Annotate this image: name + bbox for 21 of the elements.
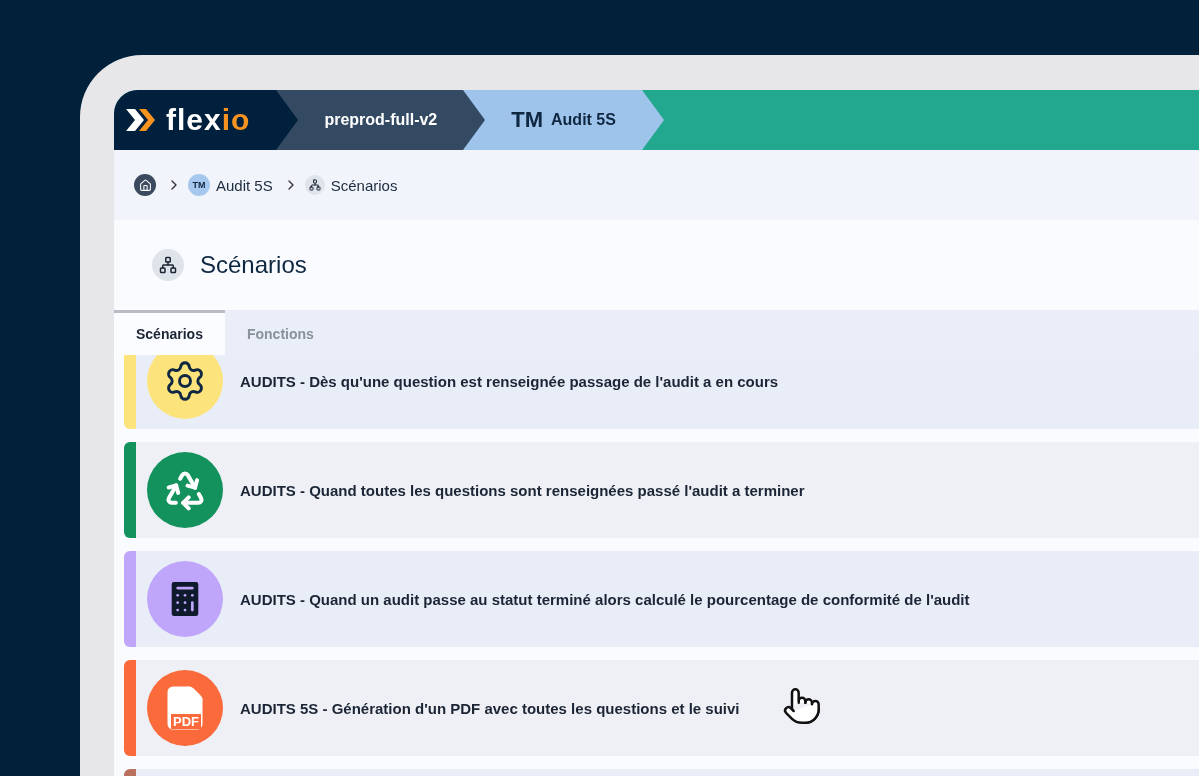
scenario-title: AUDITS - Quand toutes les questions sont renseignées passé l'audit a terminer bbox=[240, 481, 805, 499]
logo-icon bbox=[124, 106, 158, 134]
home-icon[interactable] bbox=[134, 174, 156, 196]
pdf-label: PDF bbox=[171, 714, 201, 729]
scenario-row[interactable]: AUDITS - Dès qu'une question est renseignée passage de l'audit a en cours bbox=[124, 355, 1199, 429]
scenario-row[interactable]: AUDITS - Quand toutes les questions sont renseignées passé l'audit a terminer bbox=[124, 442, 1199, 538]
page-title: Scénarios bbox=[200, 251, 307, 279]
scenario-title: AUDITS 5S - Génération d'un PDF avec toutes les questions et le suivi bbox=[240, 699, 740, 717]
scenario-title: AUDITS - Dès qu'une question est renseignée passage de l'audit a en cours bbox=[240, 372, 779, 390]
sitemap-icon bbox=[304, 175, 325, 195]
hand-cursor-icon bbox=[782, 686, 822, 726]
logo-text: flexio bbox=[166, 103, 251, 137]
sitemap-icon bbox=[152, 249, 184, 281]
scenario-row[interactable]: PDF AUDITS 5S - Génération d'un PDF avec toutes les questions et le suivi bbox=[124, 660, 1199, 756]
segment-arrow-tip bbox=[641, 90, 664, 150]
app-badge: TM bbox=[188, 174, 210, 196]
scenario-title: AUDITS - Quand un audit passe au statut terminé alors calculé le pourcentage de conformité de l'audit bbox=[240, 590, 970, 608]
tab[interactable]: Scénarios bbox=[114, 310, 225, 355]
breadcrumb-link[interactable]: Audit 5S bbox=[216, 176, 273, 194]
breadcrumb-link[interactable]: Scénarios bbox=[330, 176, 398, 194]
scenario-row[interactable]: AUDITS - Quand un audit passe au statut terminé alors calculé le pourcentage de conformité de l'audit bbox=[124, 551, 1199, 647]
